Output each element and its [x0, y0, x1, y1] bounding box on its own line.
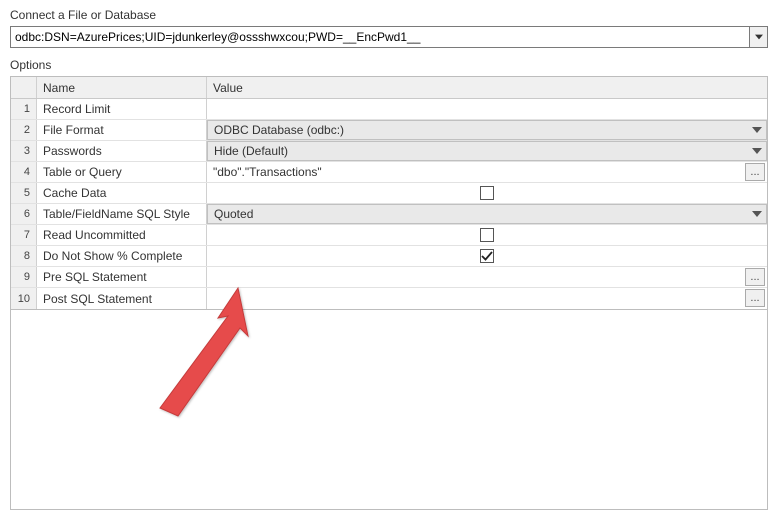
dropdown-value: Hide (Default)	[214, 144, 288, 158]
chevron-down-icon	[755, 34, 763, 40]
header-num	[11, 77, 37, 98]
table-row: 9Pre SQL Statement...	[11, 267, 767, 288]
checkbox[interactable]	[480, 228, 494, 242]
table-row: 5Cache Data	[11, 183, 767, 204]
connection-dropdown-button[interactable]	[750, 26, 768, 48]
table-row: 1Record Limit	[11, 99, 767, 120]
table-row: 7Read Uncommitted	[11, 225, 767, 246]
row-value-cell	[207, 246, 767, 266]
table-row: 2File Format ODBC Database (odbc:)	[11, 120, 767, 141]
row-name: Passwords	[37, 141, 207, 161]
chevron-down-icon	[752, 210, 762, 218]
row-value-cell: ...	[207, 267, 767, 287]
browse-button[interactable]: ...	[745, 268, 765, 286]
checkbox[interactable]	[480, 249, 494, 263]
checkbox-wrap	[207, 228, 767, 242]
row-name: Record Limit	[37, 99, 207, 119]
row-value-cell	[207, 183, 767, 203]
table-row: 10Post SQL Statement...	[11, 288, 767, 309]
row-number: 5	[11, 183, 37, 203]
row-value-cell: Quoted	[207, 204, 767, 224]
connection-string-input[interactable]	[10, 26, 750, 48]
options-grid: Name Value 1Record Limit2File Format ODBC…	[10, 76, 768, 310]
dropdown-value: ODBC Database (odbc:)	[214, 123, 344, 137]
grid-header-row: Name Value	[11, 77, 767, 99]
row-value-cell	[207, 99, 767, 119]
connection-row	[10, 26, 768, 48]
table-row: 3Passwords Hide (Default)	[11, 141, 767, 162]
header-value: Value	[207, 77, 767, 98]
dropdown-value: Quoted	[214, 207, 253, 221]
row-name: Pre SQL Statement	[37, 267, 207, 287]
chevron-down-icon	[752, 126, 762, 134]
value-dropdown[interactable]: Quoted	[207, 204, 767, 224]
row-name: File Format	[37, 120, 207, 140]
header-name: Name	[37, 77, 207, 98]
row-value-cell	[207, 225, 767, 245]
row-number: 10	[11, 288, 37, 309]
table-row: 6Table/FieldName SQL Style Quoted	[11, 204, 767, 225]
row-number: 3	[11, 141, 37, 161]
row-name: Cache Data	[37, 183, 207, 203]
row-name: Table or Query	[37, 162, 207, 182]
checkbox-wrap	[207, 249, 767, 263]
row-value-cell: ODBC Database (odbc:)	[207, 120, 767, 140]
row-value-cell: Hide (Default)	[207, 141, 767, 161]
value-dropdown[interactable]: Hide (Default)	[207, 141, 767, 161]
grid-blank-area	[10, 310, 768, 510]
connect-section-label: Connect a File or Database	[10, 8, 768, 22]
row-name: Read Uncommitted	[37, 225, 207, 245]
row-name: Post SQL Statement	[37, 288, 207, 309]
options-label: Options	[10, 58, 768, 72]
row-number: 1	[11, 99, 37, 119]
row-number: 4	[11, 162, 37, 182]
row-name: Do Not Show % Complete	[37, 246, 207, 266]
value-text: "dbo"."Transactions"	[213, 165, 322, 179]
table-row: 8Do Not Show % Complete	[11, 246, 767, 267]
value-dropdown[interactable]: ODBC Database (odbc:)	[207, 120, 767, 140]
row-number: 6	[11, 204, 37, 224]
browse-button[interactable]: ...	[745, 289, 765, 307]
chevron-down-icon	[752, 147, 762, 155]
row-number: 7	[11, 225, 37, 245]
checkbox[interactable]	[480, 186, 494, 200]
row-value-cell: ...	[207, 288, 767, 309]
row-value-cell: "dbo"."Transactions"...	[207, 162, 767, 182]
row-name: Table/FieldName SQL Style	[37, 204, 207, 224]
row-number: 2	[11, 120, 37, 140]
row-number: 8	[11, 246, 37, 266]
row-number: 9	[11, 267, 37, 287]
table-row: 4Table or Query"dbo"."Transactions"...	[11, 162, 767, 183]
browse-button[interactable]: ...	[745, 163, 765, 181]
checkbox-wrap	[207, 186, 767, 200]
